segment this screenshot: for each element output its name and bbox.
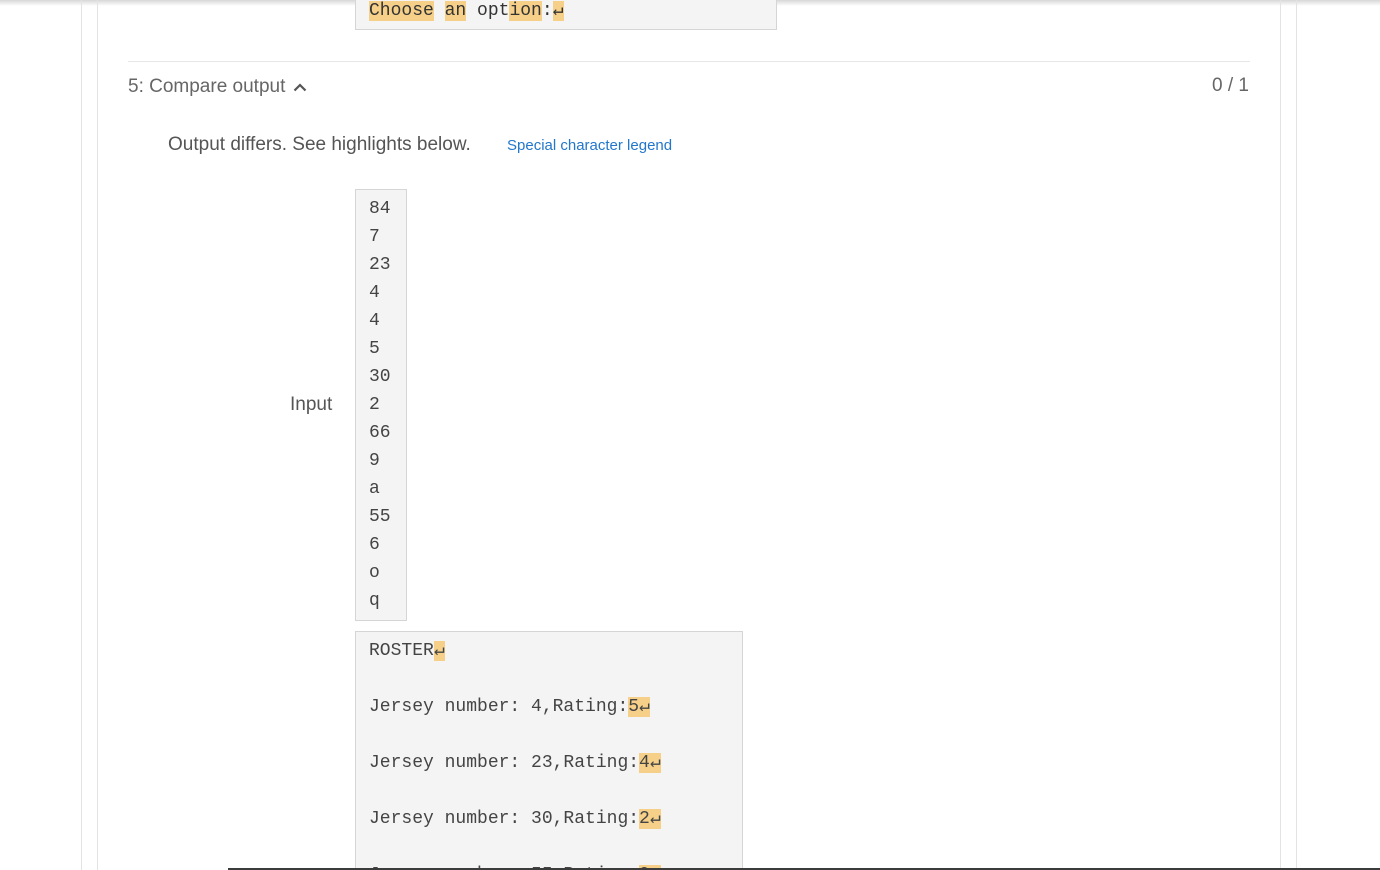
input-line: 30 [369,367,391,387]
input-line: 2 [369,395,380,415]
status-message: Output differs. See highlights below. [168,134,471,155]
page-border-right-outer [1296,0,1297,870]
input-line: o [369,563,380,583]
input-line: 55 [369,507,391,527]
input-line: 66 [369,423,391,443]
highlighted-difference: 4↵ [639,753,661,773]
input-box: 84 7 23 4 4 5 30 2 66 9 a 55 6 o q [355,189,407,621]
highlight-word: Choose [369,1,434,21]
output-word: : [541,1,553,21]
highlight-word: ion [509,1,542,21]
test-header-toggle[interactable]: 5: Compare output [128,76,307,98]
input-line: 4 [369,311,380,331]
previous-output-line: Choose an option:↵ [369,0,564,22]
test-score: 0 / 1 [1212,75,1249,96]
input-line: 5 [369,339,380,359]
previous-output-box: Choose an option:↵ [355,0,777,30]
input-line: 84 [369,199,391,219]
output-text: Jersey number: 23,Rating: [369,753,640,773]
output-line: ROSTER↵ [369,640,445,662]
highlighted-difference: ↵ [433,641,445,661]
output-text: ROSTER [369,641,434,661]
highlight-word: an [444,1,467,21]
output-box: ROSTER↵ Jersey number: 4,Rating:5↵ Jersey … [355,631,743,870]
chevron-up-icon [294,83,307,92]
output-text: Jersey number: 4,Rating: [369,697,629,717]
page-border-right-inner [1280,0,1281,870]
output-line: Jersey number: 30,Rating:2↵ [369,808,661,830]
test-title: 5: Compare output [128,76,286,97]
highlighted-difference: 5↵ [628,697,650,717]
special-character-legend-link[interactable]: Special character legend [507,137,672,154]
section-divider [128,61,1250,62]
newline-symbol: ↵ [552,1,564,21]
input-line: 7 [369,227,380,247]
output-line: Jersey number: 23,Rating:4↵ [369,752,661,774]
input-line: 6 [369,535,380,555]
highlighted-difference: 2↵ [639,809,661,829]
input-label: Input [290,394,333,415]
input-line: q [369,591,380,611]
output-line: Jersey number: 4,Rating:5↵ [369,696,650,718]
input-line: a [369,479,380,499]
input-line: 4 [369,283,380,303]
output-text: Jersey number: 30,Rating: [369,809,640,829]
output-word: opt [477,1,510,21]
input-line: 9 [369,451,380,471]
input-line: 23 [369,255,391,275]
page: Choose an option:↵ 5: Compare output 0 /… [0,0,1380,870]
page-border-left-inner [97,0,98,870]
page-border-left-outer [81,0,82,870]
